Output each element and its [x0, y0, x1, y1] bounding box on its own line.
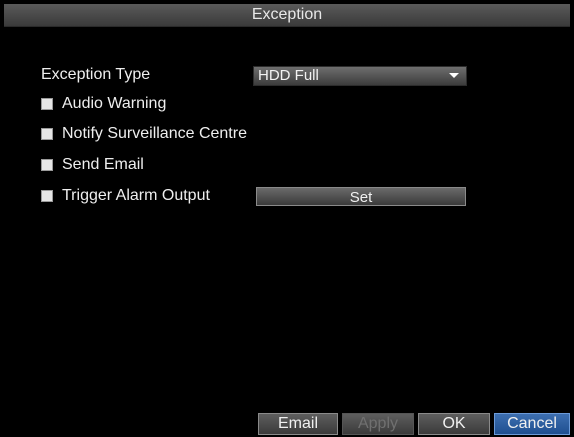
chevron-down-icon	[449, 73, 459, 78]
notify-surveillance-checkbox[interactable]	[41, 128, 53, 140]
audio-warning-checkbox[interactable]	[41, 98, 53, 110]
cancel-button[interactable]: Cancel	[494, 413, 570, 435]
ok-button[interactable]: OK	[418, 413, 490, 435]
audio-warning-label: Audio Warning	[62, 95, 167, 112]
dialog-title: Exception	[4, 4, 570, 27]
email-button[interactable]: Email	[258, 413, 338, 435]
send-email-label: Send Email	[62, 156, 144, 173]
exception-type-label: Exception Type	[41, 66, 151, 83]
apply-button[interactable]: Apply	[342, 413, 414, 435]
exception-type-value: HDD Full	[258, 67, 319, 84]
trigger-alarm-checkbox[interactable]	[41, 190, 53, 202]
notify-surveillance-label: Notify Surveillance Centre	[62, 125, 247, 142]
trigger-alarm-label: Trigger Alarm Output	[62, 187, 210, 204]
exception-dialog: Exception Exception Type HDD Full Audio …	[0, 0, 574, 437]
send-email-checkbox[interactable]	[41, 159, 53, 171]
exception-type-select[interactable]: HDD Full	[253, 66, 467, 86]
set-button[interactable]: Set	[256, 187, 466, 206]
